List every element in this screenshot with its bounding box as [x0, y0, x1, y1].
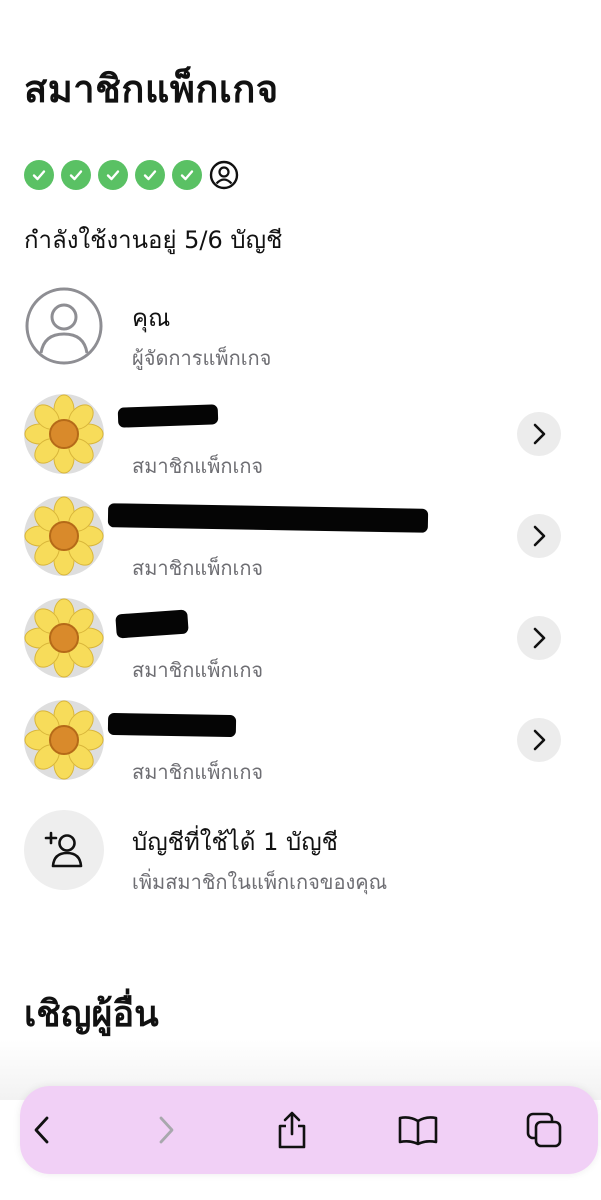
invite-section-title: เชิญผู้อื่น — [24, 994, 159, 1035]
sunflower-avatar — [24, 496, 104, 576]
member-row[interactable]: สมาชิกแพ็กเกจ — [0, 596, 601, 688]
member-role: สมาชิกแพ็กเกจ — [132, 556, 264, 580]
member-row-owner: คุณ ผู้จัดการแพ็กเกจ — [0, 284, 601, 376]
bookmarks-icon[interactable] — [396, 1108, 440, 1152]
chevron-right-icon[interactable] — [517, 412, 561, 456]
redaction-mark — [107, 503, 429, 533]
forward-icon[interactable] — [144, 1108, 188, 1152]
person-outline-icon — [24, 286, 104, 366]
available-slots-text: บัญชีที่ใช้ได้ 1 บัญชี — [132, 828, 338, 856]
check-icon — [135, 160, 165, 190]
member-role: สมาชิกแพ็กเกจ — [132, 760, 264, 784]
member-row[interactable]: สมาชิกแพ็กเกจ — [0, 698, 601, 790]
redaction-mark — [107, 712, 237, 738]
check-icon — [172, 160, 202, 190]
chevron-right-icon[interactable] — [517, 616, 561, 660]
redaction-mark — [115, 609, 189, 639]
tabs-icon[interactable] — [522, 1108, 566, 1152]
usage-text: กำลังใช้งานอยู่ 5/6 บัญชี — [24, 226, 283, 254]
slot-indicator — [24, 160, 239, 190]
member-role: ผู้จัดการแพ็กเกจ — [132, 346, 272, 370]
chevron-right-icon[interactable] — [517, 718, 561, 762]
add-person-icon — [24, 810, 104, 890]
check-icon — [98, 160, 128, 190]
member-row[interactable]: สมาชิกแพ็กเกจ — [0, 392, 601, 484]
check-icon — [24, 160, 54, 190]
add-member-subtitle: เพิ่มสมาชิกในแพ็กเกจของคุณ — [132, 870, 388, 894]
chevron-right-icon[interactable] — [517, 514, 561, 558]
sunflower-avatar — [24, 598, 104, 678]
page-title: สมาชิกแพ็กเกจ — [24, 67, 279, 111]
browser-toolbar — [20, 1086, 598, 1174]
check-icon — [61, 160, 91, 190]
share-icon[interactable] — [270, 1108, 314, 1152]
member-row[interactable]: สมาชิกแพ็กเกจ — [0, 494, 601, 586]
member-role: สมาชิกแพ็กเกจ — [132, 454, 264, 478]
back-icon[interactable] — [20, 1108, 64, 1152]
add-member-row[interactable]: บัญชีที่ใช้ได้ 1 บัญชี เพิ่มสมาชิกในแพ็ก… — [0, 808, 601, 900]
sunflower-avatar — [24, 700, 104, 780]
empty-slot-person-icon — [209, 160, 239, 190]
member-name: คุณ — [132, 304, 171, 332]
member-role: สมาชิกแพ็กเกจ — [132, 658, 264, 682]
sunflower-avatar — [24, 394, 104, 474]
redaction-mark — [117, 404, 219, 428]
